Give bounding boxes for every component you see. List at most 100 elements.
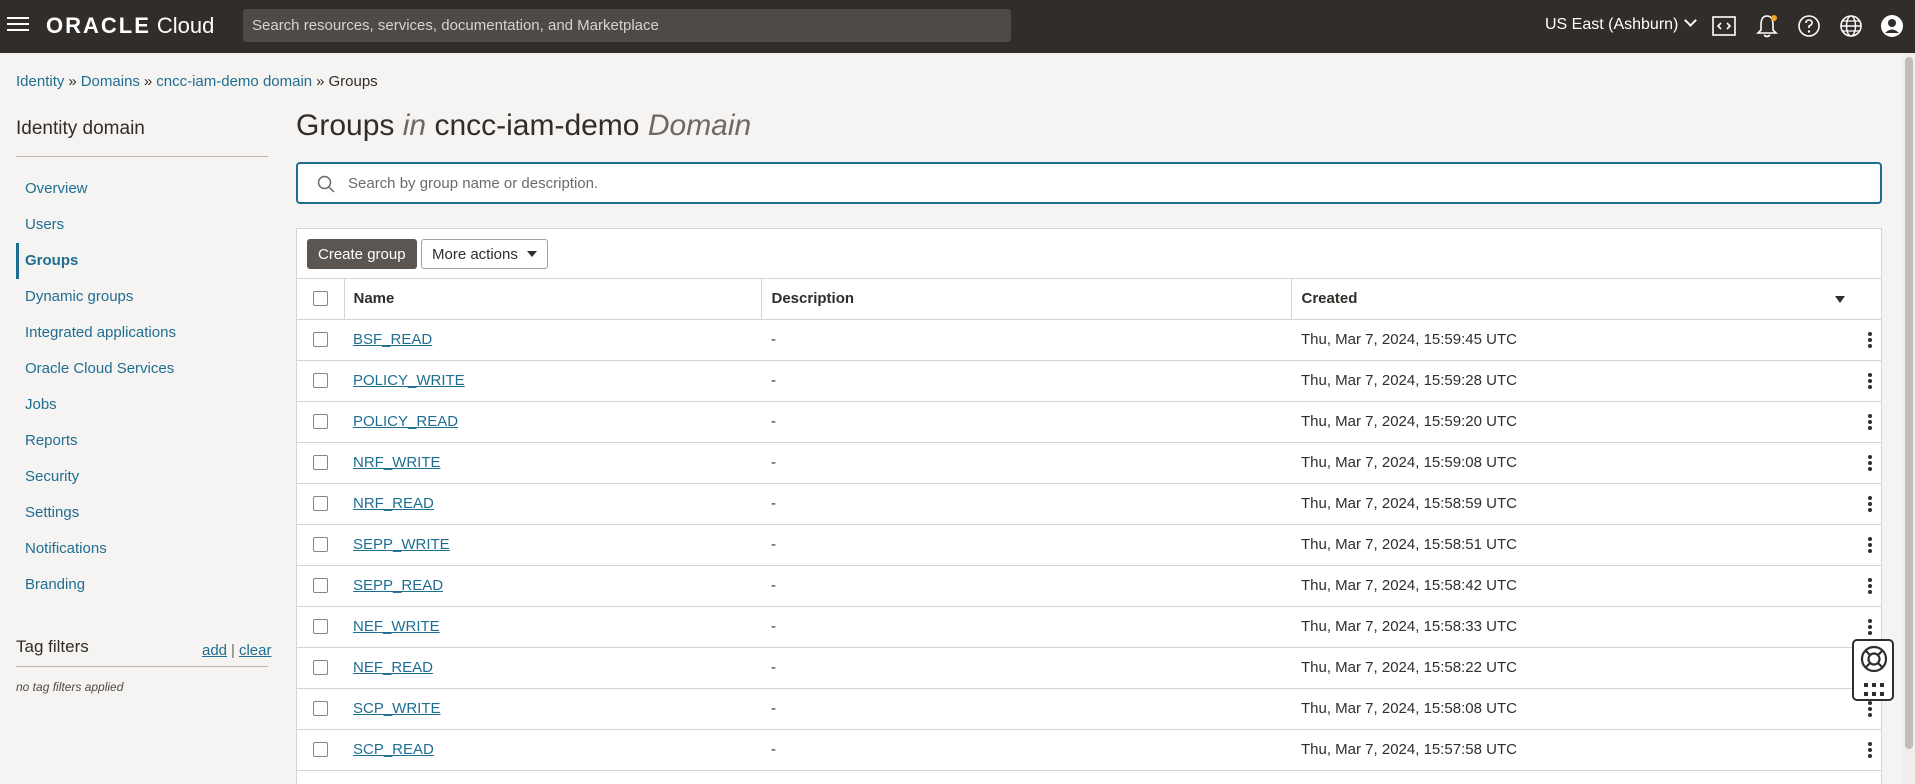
sidebar-title: Identity domain <box>16 118 145 139</box>
clear-tag-filters-link[interactable]: clear <box>239 642 272 659</box>
sidebar-item-settings[interactable]: Settings <box>16 495 268 531</box>
row-actions-kebab-icon[interactable] <box>1867 495 1873 512</box>
page-scrollbar[interactable] <box>1903 53 1915 784</box>
sidebar-divider <box>16 156 268 157</box>
groups-table-panel: Create group More actions Name Descripti… <box>296 228 1882 784</box>
menu-icon[interactable] <box>6 14 30 38</box>
tag-filters-empty-text: no tag filters applied <box>16 680 124 694</box>
table-row: POLICY_WRITE - Thu, Mar 7, 2024, 15:59:28 … <box>297 360 1881 402</box>
row-actions-kebab-icon[interactable] <box>1867 413 1873 430</box>
breadcrumb-identity[interactable]: Identity <box>16 73 64 90</box>
create-group-button[interactable]: Create group <box>307 239 417 269</box>
sidebar-item-overview[interactable]: Overview <box>16 171 268 207</box>
code-editor-icon[interactable] <box>1711 13 1737 39</box>
group-name-cell: SCP_READ <box>344 729 761 771</box>
profile-icon[interactable] <box>1879 13 1905 39</box>
group-created: Thu, Mar 7, 2024, 15:58:08 UTC <box>1301 700 1517 717</box>
select-all-cell <box>297 279 345 320</box>
region-label: US East (Ashburn) <box>1545 16 1679 33</box>
table-row: NEF_READ - Thu, Mar 7, 2024, 15:58:22 UTC <box>297 647 1881 689</box>
row-checkbox[interactable] <box>313 332 328 347</box>
group-name-link[interactable]: NEF_WRITE <box>353 618 440 635</box>
row-actions-kebab-icon[interactable] <box>1867 700 1873 717</box>
sidebar-item-users[interactable]: Users <box>16 207 268 243</box>
sidebar-item-jobs[interactable]: Jobs <box>16 387 268 423</box>
sidebar-item-branding[interactable]: Branding <box>16 567 268 603</box>
row-actions-kebab-icon[interactable] <box>1867 536 1873 553</box>
help-widget[interactable] <box>1852 639 1894 701</box>
scrollbar-thumb[interactable] <box>1905 57 1913 749</box>
sidebar-item-oracle-cloud-services[interactable]: Oracle Cloud Services <box>16 351 268 387</box>
row-select-cell <box>297 565 344 607</box>
group-name-link[interactable]: SEPP_READ <box>353 577 443 594</box>
notifications-icon[interactable] <box>1754 13 1780 39</box>
group-name-link[interactable]: SCP_WRITE <box>353 700 441 717</box>
row-select-cell <box>297 483 344 525</box>
tag-filters-divider <box>16 666 268 667</box>
row-checkbox[interactable] <box>313 578 328 593</box>
sort-descending-icon[interactable] <box>1835 296 1845 303</box>
row-actions-kebab-icon[interactable] <box>1867 372 1873 389</box>
breadcrumb-domains[interactable]: Domains <box>81 73 140 90</box>
sidebar-item-dynamic-groups[interactable]: Dynamic groups <box>16 279 268 315</box>
group-name-link[interactable]: SCP_READ <box>353 741 434 758</box>
group-name-link[interactable]: SEPP_WRITE <box>353 536 450 553</box>
group-name-link[interactable]: POLICY_WRITE <box>353 372 465 389</box>
search-icon <box>317 175 335 193</box>
sidebar-item-groups[interactable]: Groups <box>16 243 268 279</box>
group-created-cell: Thu, Mar 7, 2024, 15:58:33 UTC <box>1291 606 1881 648</box>
group-name-cell: NEF_READ <box>344 647 761 689</box>
group-description: - <box>761 483 1291 525</box>
group-search-input[interactable] <box>348 164 1848 202</box>
row-checkbox[interactable] <box>313 455 328 470</box>
row-actions-kebab-icon[interactable] <box>1867 618 1873 635</box>
table-toolbar: Create group More actions <box>297 229 1881 279</box>
more-actions-label: More actions <box>432 245 518 263</box>
more-actions-button[interactable]: More actions <box>421 239 548 269</box>
sidebar-item-reports[interactable]: Reports <box>16 423 268 459</box>
row-checkbox[interactable] <box>313 496 328 511</box>
column-header-name[interactable]: Name <box>344 279 762 320</box>
group-name-link[interactable]: NRF_WRITE <box>353 454 441 471</box>
select-all-checkbox[interactable] <box>313 291 328 307</box>
row-checkbox[interactable] <box>313 619 328 634</box>
group-description: - <box>761 401 1291 443</box>
row-actions-kebab-icon[interactable] <box>1867 331 1873 348</box>
help-icon[interactable] <box>1796 13 1822 39</box>
group-name-link[interactable]: BSF_READ <box>353 331 432 348</box>
sidebar-item-integrated-applications[interactable]: Integrated applications <box>16 315 268 351</box>
sidebar-item-security[interactable]: Security <box>16 459 268 495</box>
breadcrumb-domain[interactable]: cncc-iam-demo domain <box>156 73 312 90</box>
row-checkbox[interactable] <box>313 373 328 388</box>
column-header-description[interactable]: Description <box>761 279 1292 320</box>
global-search-input[interactable] <box>243 9 1011 42</box>
table-row: SCP_WRITE - Thu, Mar 7, 2024, 15:58:08 UTC <box>297 688 1881 730</box>
row-select-cell <box>297 688 344 730</box>
group-name-link[interactable]: POLICY_READ <box>353 413 458 430</box>
add-tag-filter-link[interactable]: add <box>202 642 227 659</box>
group-created-cell: Thu, Mar 7, 2024, 15:58:42 UTC <box>1291 565 1881 607</box>
group-created-cell: Thu, Mar 7, 2024, 15:58:59 UTC <box>1291 483 1881 525</box>
language-icon[interactable] <box>1838 13 1864 39</box>
table-row: NRF_WRITE - Thu, Mar 7, 2024, 15:59:08 UTC <box>297 442 1881 484</box>
group-name-link[interactable]: NEF_READ <box>353 659 433 676</box>
row-checkbox[interactable] <box>313 537 328 552</box>
row-checkbox[interactable] <box>313 701 328 716</box>
breadcrumb-current: Groups <box>328 73 378 90</box>
tag-filters-title: Tag filters <box>16 637 89 656</box>
row-actions-kebab-icon[interactable] <box>1867 577 1873 594</box>
region-selector[interactable]: US East (Ashburn) <box>1545 14 1698 34</box>
oracle-cloud-logo[interactable]: ORACLE Cloud <box>46 13 214 39</box>
row-checkbox[interactable] <box>313 742 328 757</box>
caret-down-icon <box>526 250 537 257</box>
row-actions-kebab-icon[interactable] <box>1867 741 1873 758</box>
row-checkbox[interactable] <box>313 414 328 429</box>
table-row: NEF_WRITE - Thu, Mar 7, 2024, 15:58:33 UTC <box>297 606 1881 648</box>
row-checkbox[interactable] <box>313 660 328 675</box>
group-name-link[interactable]: NRF_READ <box>353 495 434 512</box>
sidebar-item-notifications[interactable]: Notifications <box>16 531 268 567</box>
row-actions-kebab-icon[interactable] <box>1867 454 1873 471</box>
column-header-created[interactable]: Created <box>1291 279 1881 320</box>
group-name-cell: POLICY_WRITE <box>344 360 761 402</box>
column-header-created-label: Created <box>1301 290 1358 308</box>
